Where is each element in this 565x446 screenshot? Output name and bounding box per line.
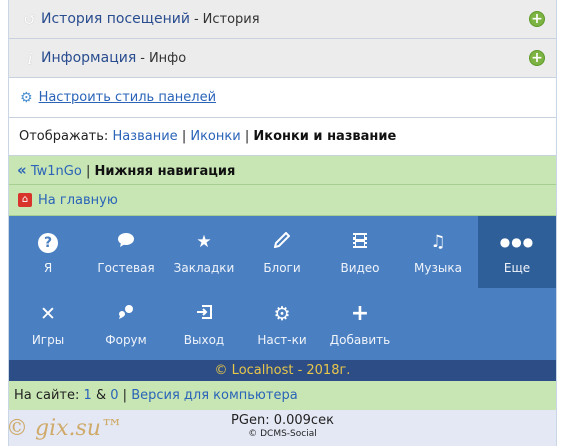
menu-item-bookmarks[interactable]: ★ Закладки bbox=[165, 216, 243, 288]
menu-label: Выход bbox=[183, 333, 225, 347]
display-option-current: Иконки и название bbox=[253, 129, 397, 144]
online-bar: На сайте: 1 & 0 | Версия для компьютера bbox=[9, 381, 556, 410]
panel-separator: - bbox=[193, 11, 199, 27]
forum-icon bbox=[87, 304, 165, 324]
panel-info[interactable]: i Информация - Инфо + bbox=[9, 39, 556, 78]
customize-panels-link[interactable]: Настроить стиль панелей bbox=[39, 90, 216, 105]
nav-title: « Tw1nGo | Нижняя навигация bbox=[9, 161, 235, 179]
chat-icon bbox=[87, 232, 165, 252]
home-link[interactable]: На главную bbox=[38, 193, 118, 208]
menu-item-more[interactable]: ●●● Еще bbox=[478, 216, 556, 288]
online-users-link[interactable]: 1 bbox=[84, 388, 92, 403]
menu-label: Блоги bbox=[263, 261, 301, 275]
close-x-icon: ✕ bbox=[40, 303, 56, 325]
amp: & bbox=[95, 388, 107, 403]
bottom-menu: ? Я Гостевая ★ Закладки Блоги Видео ♫ Му… bbox=[9, 216, 556, 360]
menu-label: Гостевая bbox=[97, 261, 155, 275]
divider: | bbox=[122, 388, 128, 403]
online-label: На сайте: bbox=[14, 388, 80, 403]
back-arrows-icon[interactable]: « bbox=[17, 161, 27, 179]
menu-item-games[interactable]: ✕ Игры bbox=[9, 288, 87, 360]
desktop-version-link[interactable]: Версия для компьютера bbox=[131, 388, 297, 403]
divider: | bbox=[244, 129, 250, 144]
display-options-row: Отображать: Название | Иконки | Иконки и… bbox=[9, 118, 556, 156]
menu-label: Музыка bbox=[414, 261, 462, 275]
expand-plus-icon[interactable]: + bbox=[529, 11, 545, 27]
film-icon bbox=[321, 232, 399, 252]
nav-heading: Нижняя навигация bbox=[94, 164, 236, 179]
menu-label: Еще bbox=[503, 261, 531, 275]
menu-item-blogs[interactable]: Блоги bbox=[243, 216, 321, 288]
display-option-name[interactable]: Название bbox=[112, 129, 177, 144]
menu-label: Добавить bbox=[329, 333, 391, 347]
settings-gear-icon: ⚙ bbox=[20, 89, 33, 106]
logout-icon bbox=[165, 304, 243, 324]
panel-separator: - bbox=[140, 50, 145, 66]
menu-item-music[interactable]: ♫ Музыка bbox=[399, 216, 477, 288]
expand-plus-icon[interactable]: + bbox=[529, 50, 545, 66]
question-icon: ? bbox=[38, 233, 58, 253]
menu-label: Форум bbox=[105, 333, 147, 347]
online-guests-link[interactable]: 0 bbox=[110, 388, 118, 403]
menu-label: Наст-ки bbox=[257, 333, 307, 347]
copyright-bar: © Localhost - 2018г. bbox=[9, 360, 556, 381]
plus-icon: + bbox=[350, 301, 370, 326]
history-icon: ↺ bbox=[23, 9, 37, 29]
panel-history[interactable]: ↺ История посещений - История + bbox=[9, 0, 556, 39]
display-option-icons[interactable]: Иконки bbox=[190, 129, 240, 144]
display-label: Отображать: bbox=[19, 129, 109, 144]
divider: | bbox=[85, 164, 91, 179]
home-icon: ⌂ bbox=[18, 193, 32, 207]
star-icon: ★ bbox=[196, 232, 212, 252]
home-row[interactable]: ⌂ На главную bbox=[9, 185, 556, 216]
menu-label: Закладки bbox=[173, 261, 235, 275]
menu-label: Игры bbox=[31, 333, 65, 347]
pencil-icon bbox=[243, 231, 321, 252]
panel-subtitle: История bbox=[202, 11, 260, 27]
more-icon: ●●● bbox=[499, 235, 535, 249]
menu-label: Я bbox=[43, 261, 53, 275]
panel-title[interactable]: История посещений bbox=[41, 11, 190, 27]
menu-item-add[interactable]: + Добавить bbox=[321, 288, 399, 360]
menu-item-guestbook[interactable]: Гостевая bbox=[87, 216, 165, 288]
divider: | bbox=[181, 129, 187, 144]
gear-icon: ⚙ bbox=[273, 303, 291, 325]
panel-subtitle: Инфо bbox=[148, 50, 187, 66]
menu-item-logout[interactable]: Выход bbox=[165, 288, 243, 360]
music-icon: ♫ bbox=[430, 232, 446, 252]
menu-item-video[interactable]: Видео bbox=[321, 216, 399, 288]
menu-item-settings[interactable]: ⚙ Наст-ки bbox=[243, 288, 321, 360]
menu-label: Видео bbox=[340, 261, 380, 275]
settings-row: ⚙ Настроить стиль панелей bbox=[9, 78, 556, 118]
info-icon: i bbox=[27, 48, 33, 68]
display-options: Отображать: Название | Иконки | Иконки и… bbox=[9, 129, 396, 144]
page-frame: ↺ История посещений - История + i Информ… bbox=[8, 0, 557, 446]
menu-item-me[interactable]: ? Я bbox=[9, 216, 87, 288]
bottom-nav-header: « Tw1nGo | Нижняя навигация bbox=[9, 156, 556, 185]
watermark: © gix.su™ bbox=[6, 416, 123, 441]
panel-title[interactable]: Информация bbox=[41, 50, 136, 66]
site-link[interactable]: Tw1nGo bbox=[31, 164, 82, 179]
menu-item-forum[interactable]: Форум bbox=[87, 288, 165, 360]
